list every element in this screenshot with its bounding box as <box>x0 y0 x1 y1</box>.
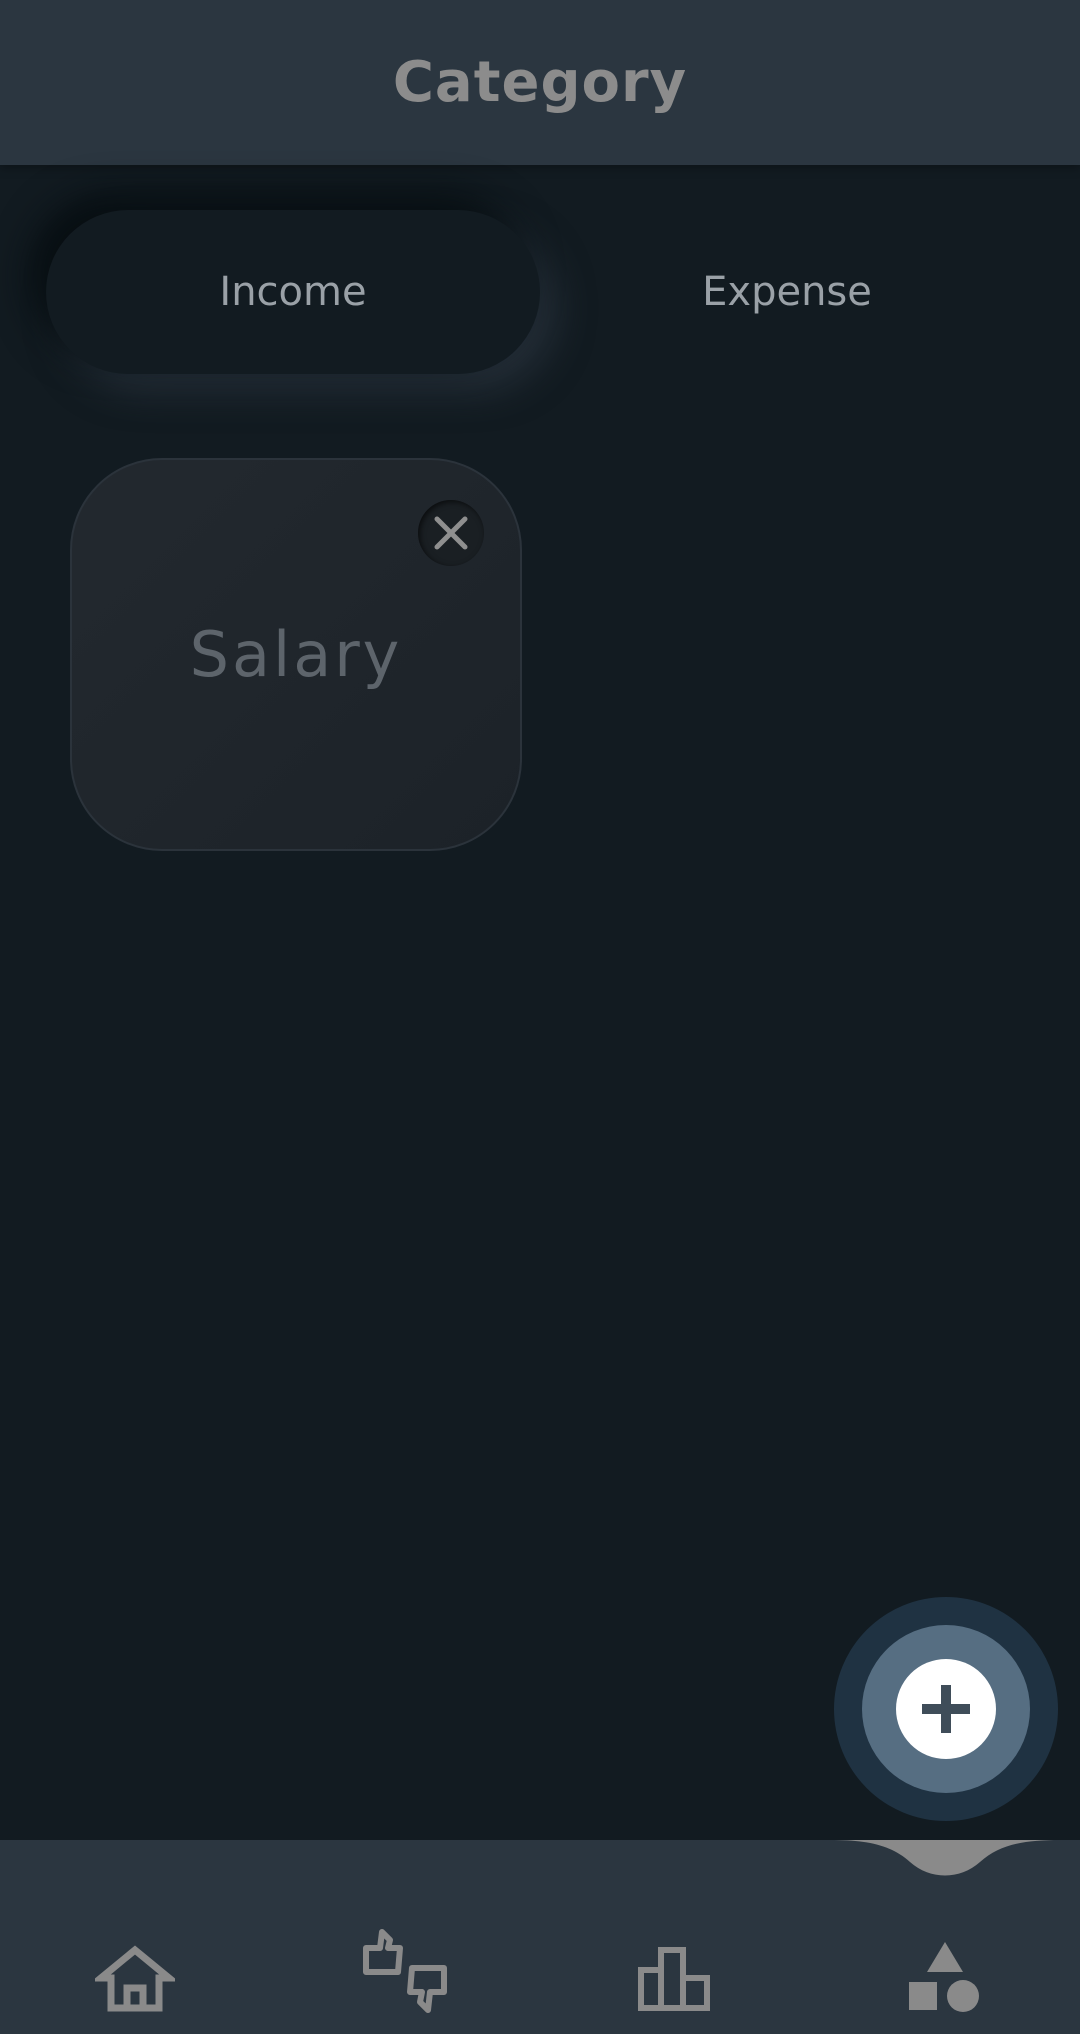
nav-item-statistics[interactable] <box>540 1840 810 2034</box>
add-category-button[interactable] <box>834 1597 1058 1821</box>
nav-item-home[interactable] <box>0 1840 270 2034</box>
thumbs-up-down-icon <box>363 1929 447 2013</box>
tab-expense-label: Expense <box>702 269 872 315</box>
nav-item-category[interactable] <box>810 1840 1080 2034</box>
tab-expense[interactable]: Expense <box>540 210 1034 374</box>
nav-item-transactions[interactable] <box>270 1840 540 2034</box>
page-title: Category <box>392 50 688 115</box>
add-button-face <box>896 1659 996 1759</box>
delete-category-button[interactable] <box>418 500 484 566</box>
bar-chart-icon <box>638 1947 710 2011</box>
shapes-icon <box>909 1942 979 2012</box>
category-card-salary[interactable]: Salary <box>70 458 522 851</box>
plus-icon <box>922 1685 970 1733</box>
add-button-ring <box>862 1625 1030 1793</box>
tab-income-label: Income <box>219 269 367 315</box>
home-icon <box>95 1945 175 2012</box>
bottom-navigation <box>0 1840 1080 2034</box>
category-card-label: Salary <box>189 618 403 691</box>
close-icon <box>434 516 468 550</box>
app-root: Category Income Expense Salary <box>0 0 1080 2034</box>
tab-income[interactable]: Income <box>46 210 540 374</box>
app-header: Category <box>0 0 1080 165</box>
